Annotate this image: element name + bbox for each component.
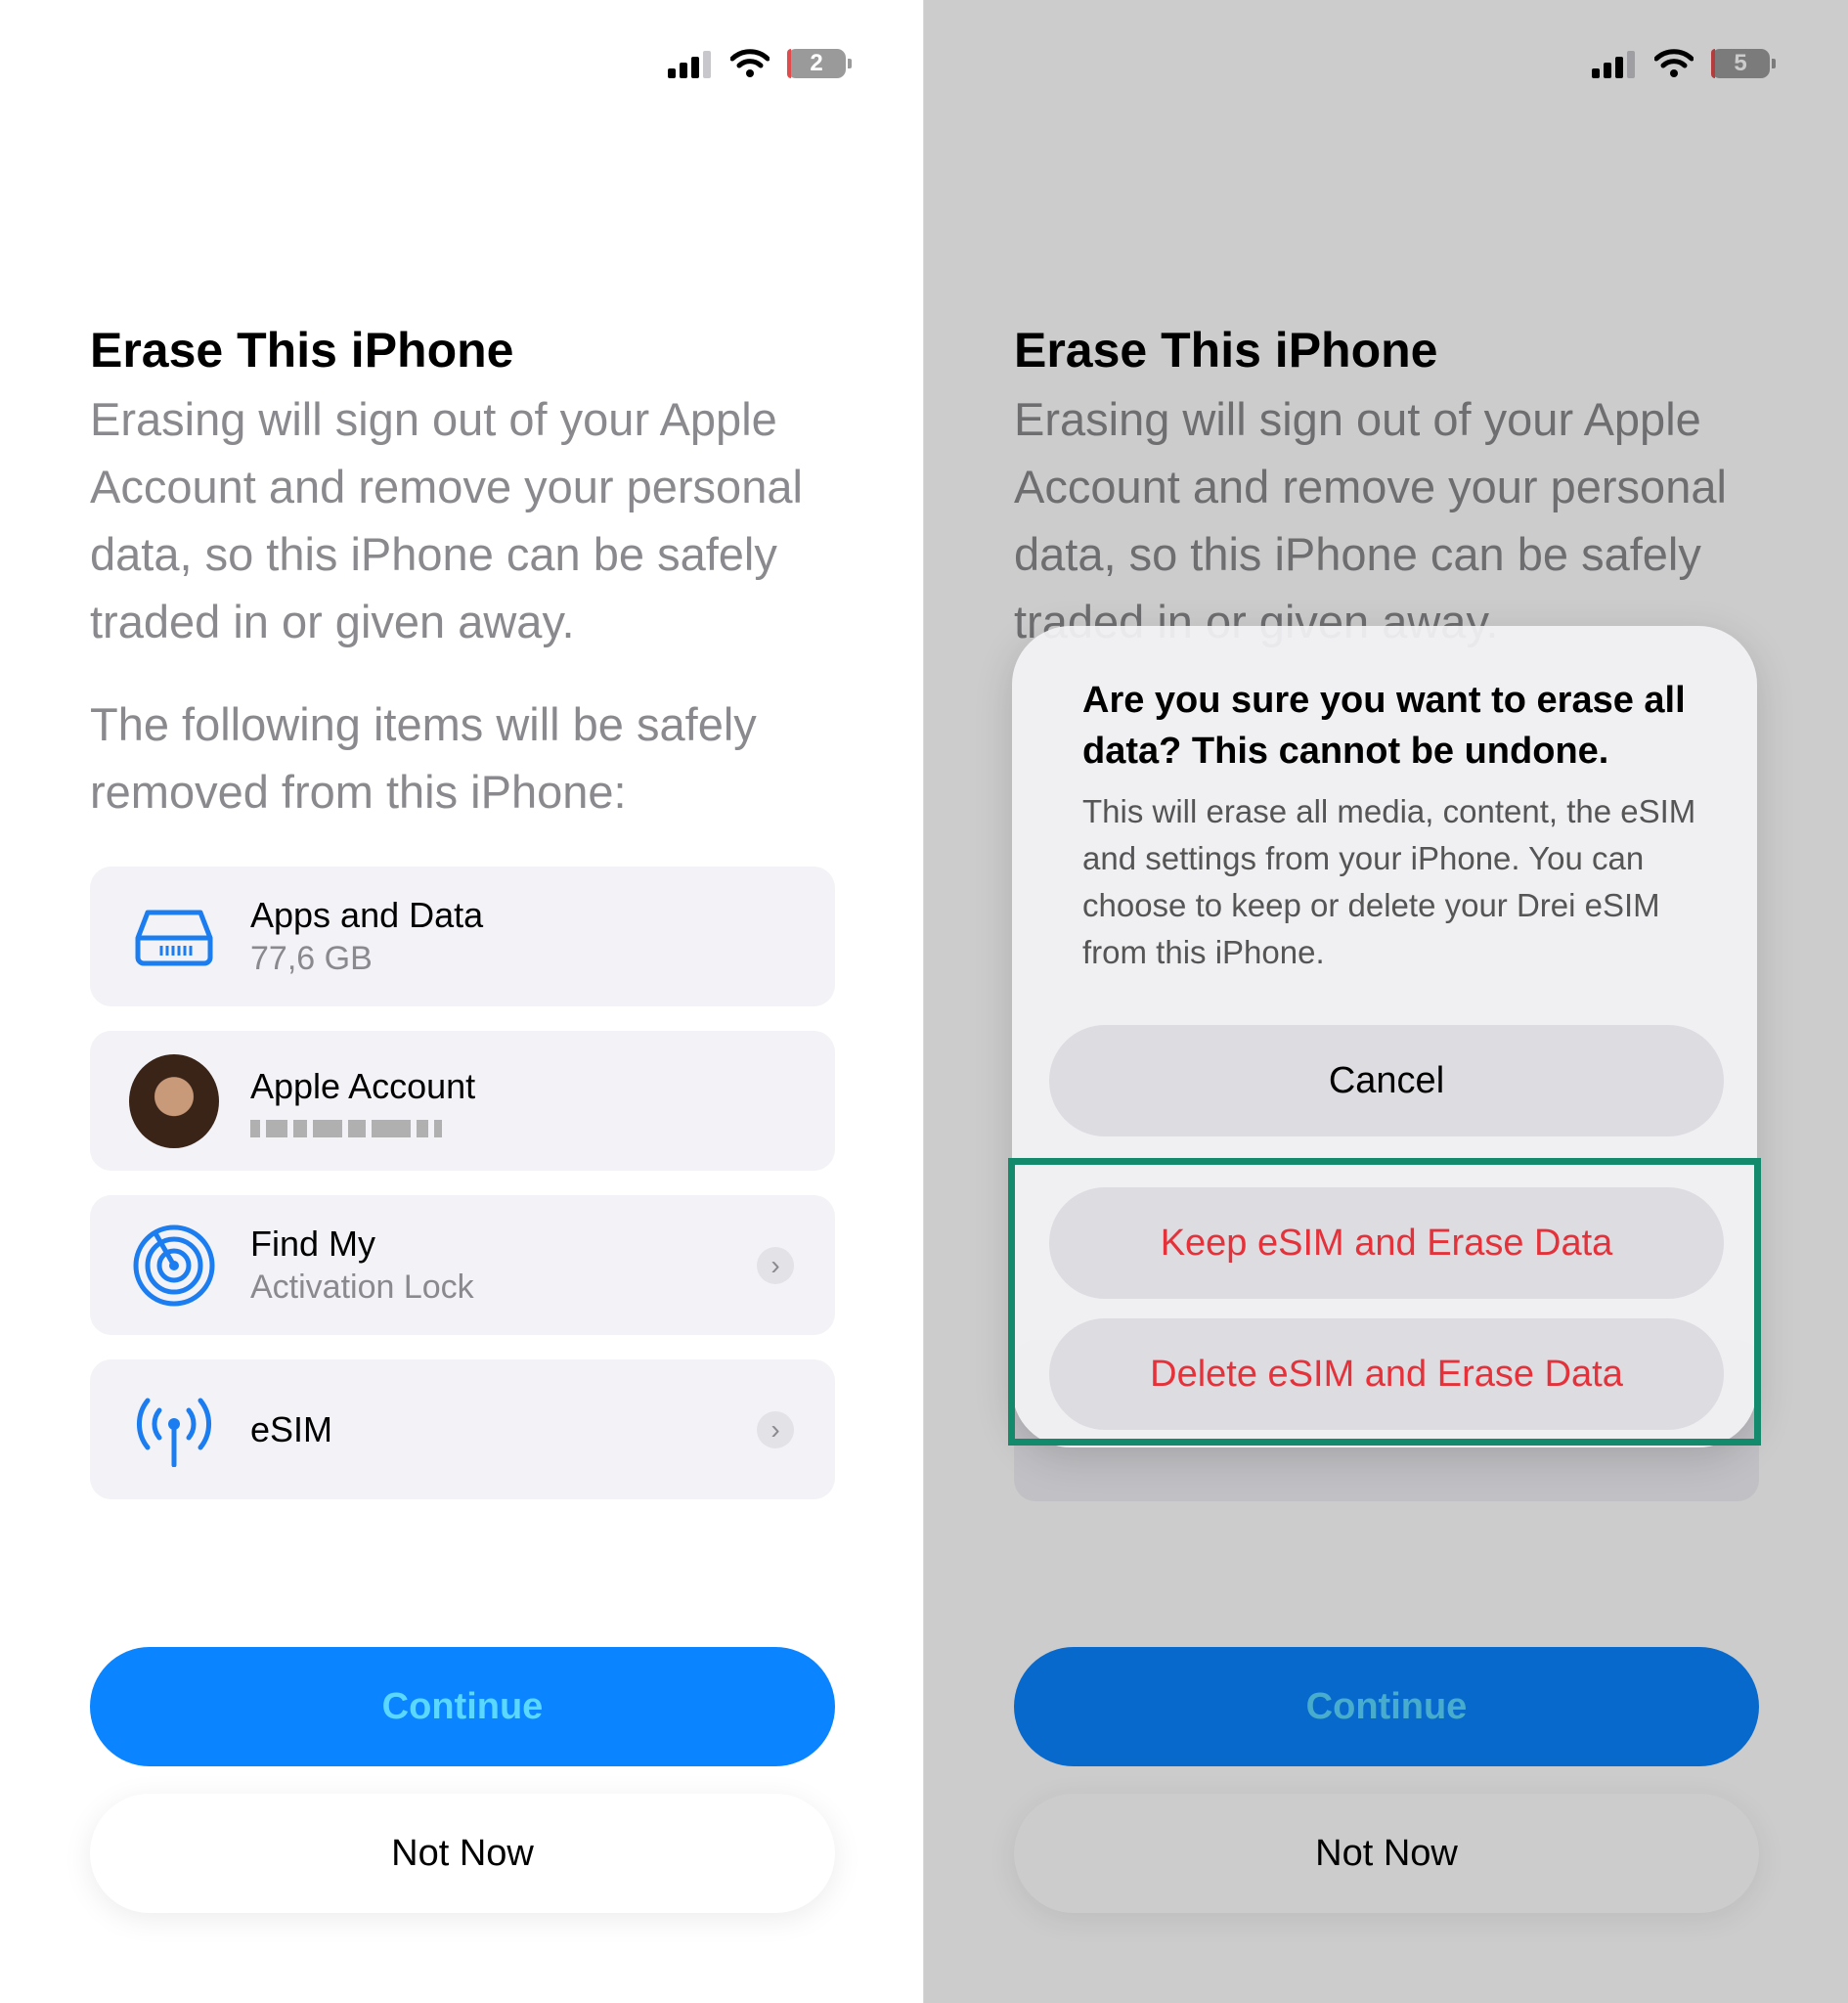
items-intro: The following items will be safely remov… [90,698,757,818]
list-item-esim[interactable]: eSIM › [90,1359,835,1499]
list-item-apple-account: Apple Account [90,1031,835,1171]
chevron-right-icon: › [757,1410,794,1448]
drive-icon [129,907,219,967]
cancel-button[interactable]: Cancel [1049,1025,1724,1136]
battery-indicator: 2 [787,49,852,78]
items-list: Apps and Data 77,6 GB Apple Account Find… [90,867,835,1524]
avatar [129,1053,219,1148]
status-bar: 2 [668,49,852,78]
header-block: Erase This iPhone Erasing will sign out … [90,321,843,825]
antenna-icon [129,1393,219,1467]
continue-button[interactable]: Continue [90,1647,835,1766]
list-item-find-my[interactable]: Find My Activation Lock › [90,1195,835,1335]
not-now-button[interactable]: Not Now [90,1794,835,1913]
highlight-box [1008,1158,1761,1446]
chevron-right-icon: › [757,1246,794,1284]
item-label: Find My [250,1223,376,1264]
item-label: Apps and Data [250,894,484,935]
alert-message: This will erase all media, content, the … [1082,793,1696,970]
wifi-icon [730,49,770,77]
list-item-apps-and-data: Apps and Data 77,6 GB [90,867,835,1006]
erase-screen: 2 Erase This iPhone Erasing will sign ou… [0,0,924,2003]
alert-title: Are you sure you want to erase all data?… [1082,680,1686,772]
redacted-account-email [250,1119,475,1137]
page-description: Erasing will sign out of your Apple Acco… [90,393,803,647]
item-sub: 77,6 GB [250,939,373,977]
item-sub: Activation Lock [250,1268,474,1306]
erase-confirm-screen: 5 Erase This iPhone Erasing will sign ou… [924,0,1848,2003]
find-my-icon [129,1224,219,1308]
page-title: Erase This iPhone [90,323,514,378]
item-label: Apple Account [250,1065,476,1106]
cellular-signal-icon [668,51,711,78]
item-label: eSIM [250,1408,333,1449]
